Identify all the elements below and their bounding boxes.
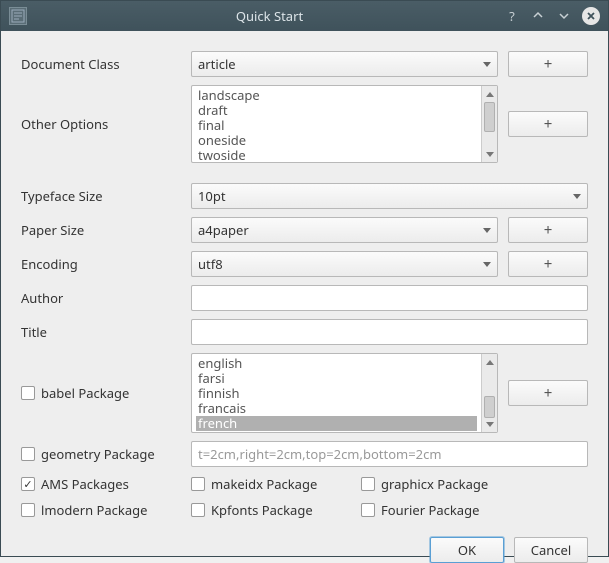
author-input[interactable] bbox=[191, 285, 588, 311]
titlebar-controls: ? bbox=[504, 7, 600, 25]
checkbox-icon bbox=[21, 447, 35, 461]
list-item[interactable]: landscape bbox=[196, 88, 477, 103]
fourier-checkbox[interactable]: Fourier Package bbox=[361, 501, 511, 519]
title-label: Title bbox=[21, 323, 181, 341]
checkbox-icon bbox=[191, 503, 205, 517]
graphicx-checkbox[interactable]: graphicx Package bbox=[361, 475, 511, 493]
scroll-thumb[interactable] bbox=[484, 102, 495, 132]
checkbox-icon bbox=[21, 477, 35, 491]
ams-label: AMS Packages bbox=[41, 475, 129, 493]
scroll-thumb[interactable] bbox=[484, 396, 495, 418]
chevron-down-icon bbox=[483, 262, 491, 267]
minimize-button[interactable] bbox=[530, 8, 546, 24]
cancel-button[interactable]: Cancel bbox=[514, 537, 588, 563]
geometry-checkbox[interactable]: geometry Package bbox=[21, 445, 181, 463]
checkbox-icon bbox=[361, 477, 375, 491]
paper-size-add-button[interactable] bbox=[508, 217, 588, 243]
close-button[interactable] bbox=[582, 7, 600, 25]
list-item[interactable]: english bbox=[196, 356, 477, 371]
title-input[interactable] bbox=[191, 319, 588, 345]
chevron-down-icon bbox=[573, 194, 581, 199]
window-title: Quick Start bbox=[35, 7, 504, 25]
checkbox-icon bbox=[361, 503, 375, 517]
babel-add-button[interactable] bbox=[508, 380, 588, 406]
list-item[interactable]: twoside bbox=[196, 148, 477, 162]
encoding-add-button[interactable] bbox=[508, 251, 588, 277]
babel-label: babel Package bbox=[41, 384, 129, 402]
paper-size-value: a4paper bbox=[198, 221, 483, 239]
geometry-label: geometry Package bbox=[41, 445, 155, 463]
typeface-size-dropdown[interactable]: 10pt bbox=[191, 183, 588, 209]
checkbox-icon bbox=[191, 477, 205, 491]
kpfonts-checkbox[interactable]: Kpfonts Package bbox=[191, 501, 341, 519]
maximize-button[interactable] bbox=[556, 8, 572, 24]
app-icon bbox=[9, 7, 27, 25]
other-options-listbox[interactable]: landscape draft final oneside twoside bbox=[191, 85, 498, 163]
lmodern-label: lmodern Package bbox=[41, 501, 147, 519]
other-options-label: Other Options bbox=[21, 115, 181, 133]
scrollbar[interactable] bbox=[481, 86, 497, 162]
paper-size-label: Paper Size bbox=[21, 221, 181, 239]
encoding-dropdown[interactable]: utf8 bbox=[191, 251, 498, 277]
list-item[interactable]: french bbox=[196, 416, 477, 431]
scroll-down-icon[interactable] bbox=[482, 416, 497, 432]
other-options-items: landscape draft final oneside twoside bbox=[192, 86, 481, 162]
list-item[interactable]: draft bbox=[196, 103, 477, 118]
checkbox-icon bbox=[21, 386, 35, 400]
scroll-down-icon[interactable] bbox=[482, 146, 497, 162]
author-label: Author bbox=[21, 289, 181, 307]
document-class-label: Document Class bbox=[21, 55, 181, 73]
ok-button[interactable]: OK bbox=[430, 537, 504, 563]
scroll-up-icon[interactable] bbox=[482, 86, 497, 102]
graphicx-label: graphicx Package bbox=[381, 475, 488, 493]
babel-checkbox[interactable]: babel Package bbox=[21, 384, 181, 402]
chevron-down-icon bbox=[483, 228, 491, 233]
other-options-add-button[interactable] bbox=[508, 111, 588, 137]
help-button[interactable]: ? bbox=[504, 8, 520, 24]
paper-size-dropdown[interactable]: a4paper bbox=[191, 217, 498, 243]
makeidx-label: makeidx Package bbox=[211, 475, 317, 493]
dialog-buttons: OK Cancel bbox=[1, 531, 608, 563]
geometry-input[interactable]: t=2cm,right=2cm,top=2cm,bottom=2cm bbox=[191, 441, 588, 467]
document-class-dropdown[interactable]: article bbox=[191, 51, 498, 77]
babel-listbox[interactable]: english farsi finnish francais french bbox=[191, 353, 498, 433]
titlebar: Quick Start ? bbox=[1, 1, 608, 31]
scrollbar[interactable] bbox=[481, 354, 497, 432]
ams-checkbox[interactable]: AMS Packages bbox=[21, 475, 181, 493]
chevron-down-icon bbox=[483, 62, 491, 67]
lmodern-checkbox[interactable]: lmodern Package bbox=[21, 501, 181, 519]
typeface-size-value: 10pt bbox=[198, 187, 573, 205]
typeface-size-label: Typeface Size bbox=[21, 187, 181, 205]
geometry-value: t=2cm,right=2cm,top=2cm,bottom=2cm bbox=[198, 445, 441, 463]
kpfonts-label: Kpfonts Package bbox=[211, 501, 313, 519]
list-item[interactable]: francais bbox=[196, 401, 477, 416]
checkbox-icon bbox=[21, 503, 35, 517]
document-class-add-button[interactable] bbox=[508, 51, 588, 77]
encoding-label: Encoding bbox=[21, 255, 181, 273]
quick-start-dialog: Quick Start ? Document Class article Oth… bbox=[0, 0, 609, 557]
babel-items: english farsi finnish francais french bbox=[192, 354, 481, 432]
document-class-value: article bbox=[198, 55, 483, 73]
scroll-up-icon[interactable] bbox=[482, 354, 497, 370]
fourier-label: Fourier Package bbox=[381, 501, 479, 519]
makeidx-checkbox[interactable]: makeidx Package bbox=[191, 475, 341, 493]
encoding-value: utf8 bbox=[198, 255, 483, 273]
